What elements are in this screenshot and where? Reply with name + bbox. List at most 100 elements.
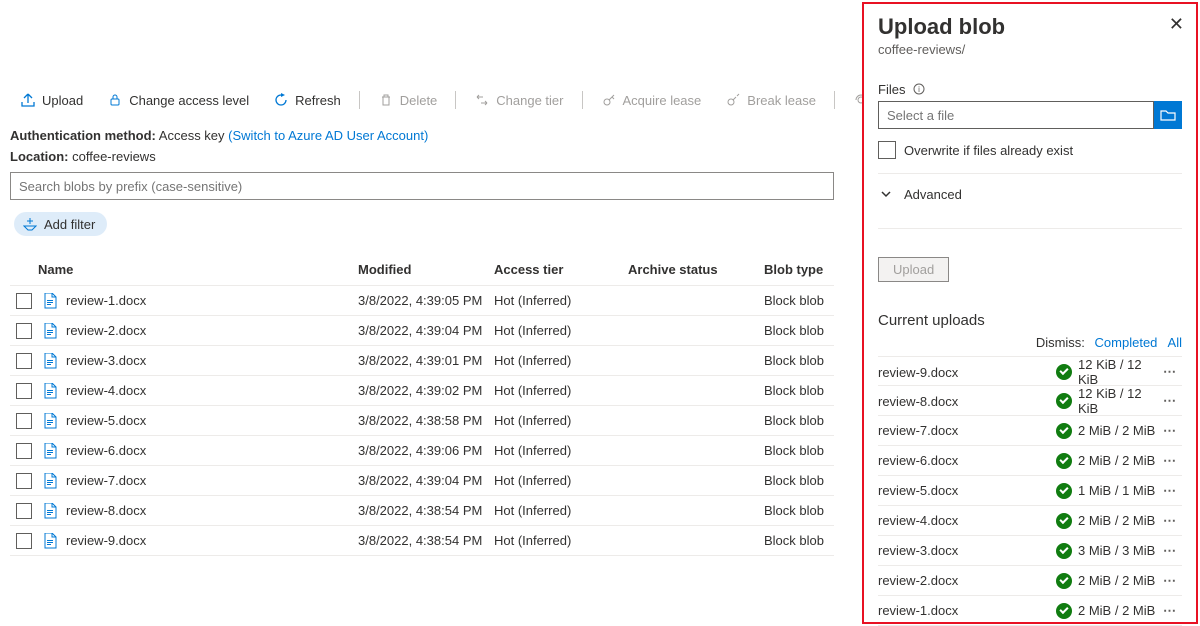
- col-blob[interactable]: Blob type: [764, 262, 844, 277]
- changetier-icon: [474, 92, 490, 108]
- cell-tier: Hot (Inferred): [494, 293, 628, 308]
- cell-blob: Block blob: [764, 293, 844, 308]
- upload-row: review-6.docx2 MiB / 2 MiB⋯: [878, 446, 1182, 476]
- search-input[interactable]: [10, 172, 834, 200]
- close-icon[interactable]: ✕: [1169, 14, 1184, 35]
- change-tier-label: Change tier: [496, 93, 563, 108]
- upload-size: 2 MiB / 2 MiB: [1078, 603, 1158, 618]
- col-tier[interactable]: Access tier: [494, 262, 628, 277]
- more-icon[interactable]: ⋯: [1158, 543, 1182, 559]
- acquire-lease-icon: [601, 92, 617, 108]
- document-icon: [42, 293, 58, 309]
- more-icon[interactable]: ⋯: [1158, 603, 1182, 619]
- more-icon[interactable]: ⋯: [1158, 453, 1182, 469]
- add-filter-button[interactable]: Add filter: [14, 212, 107, 236]
- dismiss-label: Dismiss:: [1036, 335, 1085, 350]
- table-row[interactable]: review-9.docx3/8/2022, 4:38:54 PMHot (In…: [10, 526, 834, 556]
- upload-row: review-8.docx12 KiB / 12 KiB⋯: [878, 386, 1182, 416]
- upload-button[interactable]: Upload: [10, 88, 93, 112]
- svg-text:i: i: [919, 85, 921, 94]
- add-filter-label: Add filter: [44, 217, 95, 232]
- separator: [455, 91, 456, 109]
- row-checkbox[interactable]: [16, 353, 32, 369]
- command-bar: Upload Change access level Refresh Delet…: [10, 88, 958, 112]
- cell-blob: Block blob: [764, 503, 844, 518]
- row-checkbox[interactable]: [16, 443, 32, 459]
- row-checkbox[interactable]: [16, 383, 32, 399]
- row-checkbox[interactable]: [16, 533, 32, 549]
- more-icon[interactable]: ⋯: [1158, 364, 1182, 380]
- row-checkbox[interactable]: [16, 503, 32, 519]
- cell-blob: Block blob: [764, 413, 844, 428]
- upload-size: 12 KiB / 12 KiB: [1078, 386, 1158, 416]
- more-icon[interactable]: ⋯: [1158, 573, 1182, 589]
- cell-tier: Hot (Inferred): [494, 413, 628, 428]
- table-row[interactable]: review-8.docx3/8/2022, 4:38:54 PMHot (In…: [10, 496, 834, 526]
- cell-blob: Block blob: [764, 323, 844, 338]
- success-icon: [1056, 603, 1072, 619]
- refresh-icon: [273, 92, 289, 108]
- upload-submit-button[interactable]: Upload: [878, 257, 949, 282]
- dismiss-completed-link[interactable]: Completed: [1095, 335, 1158, 350]
- overwrite-label: Overwrite if files already exist: [904, 143, 1073, 158]
- table-row[interactable]: review-1.docx3/8/2022, 4:39:05 PMHot (In…: [10, 286, 834, 316]
- file-name: review-4.docx: [66, 383, 146, 398]
- row-checkbox[interactable]: [16, 413, 32, 429]
- document-icon: [42, 323, 58, 339]
- upload-file-name: review-5.docx: [878, 483, 1056, 498]
- success-icon: [1056, 543, 1072, 559]
- col-modified[interactable]: Modified: [358, 262, 494, 277]
- cell-modified: 3/8/2022, 4:39:01 PM: [358, 353, 494, 368]
- switch-auth-link[interactable]: (Switch to Azure AD User Account): [228, 128, 428, 143]
- advanced-toggle[interactable]: Advanced: [878, 174, 1182, 214]
- document-icon: [42, 503, 58, 519]
- dismiss-all-link[interactable]: All: [1168, 335, 1182, 350]
- filter-icon: [22, 216, 38, 232]
- row-checkbox[interactable]: [16, 323, 32, 339]
- chevron-down-icon: [878, 186, 894, 202]
- more-icon[interactable]: ⋯: [1158, 513, 1182, 529]
- browse-button[interactable]: [1154, 101, 1182, 129]
- cell-modified: 3/8/2022, 4:39:06 PM: [358, 443, 494, 458]
- cell-modified: 3/8/2022, 4:39:04 PM: [358, 473, 494, 488]
- refresh-label: Refresh: [295, 93, 341, 108]
- refresh-button[interactable]: Refresh: [263, 88, 351, 112]
- overwrite-checkbox[interactable]: [878, 141, 896, 159]
- row-checkbox[interactable]: [16, 293, 32, 309]
- col-name[interactable]: Name: [38, 262, 358, 277]
- advanced-label: Advanced: [904, 187, 962, 202]
- panel-title: Upload blob: [878, 14, 1182, 40]
- table-row[interactable]: review-2.docx3/8/2022, 4:39:04 PMHot (In…: [10, 316, 834, 346]
- table-row[interactable]: review-5.docx3/8/2022, 4:38:58 PMHot (In…: [10, 406, 834, 436]
- files-label: Files i: [878, 81, 1182, 97]
- change-access-button[interactable]: Change access level: [97, 88, 259, 112]
- table-row[interactable]: review-7.docx3/8/2022, 4:39:04 PMHot (In…: [10, 466, 834, 496]
- file-input[interactable]: [878, 101, 1154, 129]
- table-row[interactable]: review-3.docx3/8/2022, 4:39:01 PMHot (In…: [10, 346, 834, 376]
- success-icon: [1056, 364, 1072, 380]
- upload-file-name: review-9.docx: [878, 365, 1056, 380]
- cell-blob: Block blob: [764, 533, 844, 548]
- col-archive[interactable]: Archive status: [628, 262, 764, 277]
- upload-row: review-2.docx2 MiB / 2 MiB⋯: [878, 566, 1182, 596]
- more-icon[interactable]: ⋯: [1158, 483, 1182, 499]
- lock-icon: [107, 92, 123, 108]
- success-icon: [1056, 513, 1072, 529]
- separator: [359, 91, 360, 109]
- info-icon[interactable]: i: [911, 81, 927, 97]
- cell-blob: Block blob: [764, 353, 844, 368]
- table-row[interactable]: review-6.docx3/8/2022, 4:39:06 PMHot (In…: [10, 436, 834, 466]
- success-icon: [1056, 393, 1072, 409]
- document-icon: [42, 413, 58, 429]
- cell-blob: Block blob: [764, 473, 844, 488]
- cell-tier: Hot (Inferred): [494, 323, 628, 338]
- more-icon[interactable]: ⋯: [1158, 423, 1182, 439]
- document-icon: [42, 353, 58, 369]
- table-row[interactable]: review-4.docx3/8/2022, 4:39:02 PMHot (In…: [10, 376, 834, 406]
- upload-row: review-3.docx3 MiB / 3 MiB⋯: [878, 536, 1182, 566]
- document-icon: [42, 473, 58, 489]
- more-icon[interactable]: ⋯: [1158, 393, 1182, 409]
- row-checkbox[interactable]: [16, 473, 32, 489]
- delete-icon: [378, 92, 394, 108]
- auth-label: Authentication method:: [10, 128, 156, 143]
